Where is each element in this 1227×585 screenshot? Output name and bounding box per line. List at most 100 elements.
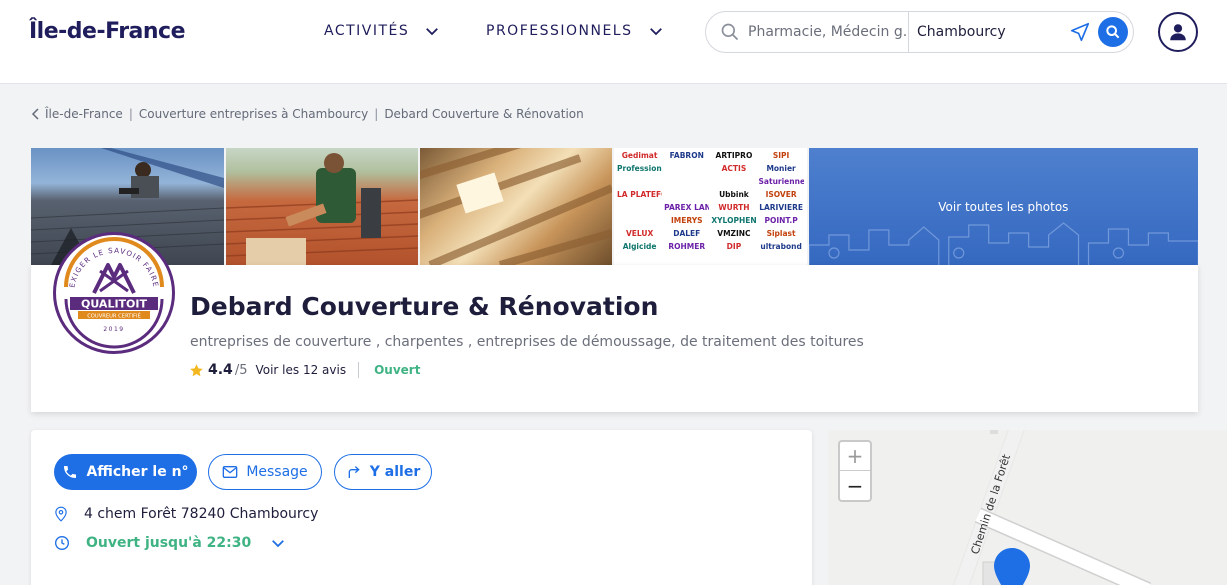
breadcrumb-item-category[interactable]: Couverture entreprises à Chambourcy (139, 107, 368, 121)
opening-hours-text: Ouvert jusqu'à 22:30 (86, 535, 252, 551)
site-logo[interactable]: Île-de-France (29, 19, 186, 44)
supplier-logo (664, 176, 709, 187)
photo-roofer-tiles[interactable] (225, 148, 419, 265)
map-street-label: Chemin de la Forêt (968, 452, 1013, 556)
see-all-photos[interactable]: Voir toutes les photos (808, 148, 1199, 265)
search-location-input[interactable] (917, 24, 1067, 40)
supplier-logo: ISOVER (765, 190, 797, 199)
supplier-logo: ACTIS (721, 164, 747, 173)
supplier-logo: Professionnels d'Angers (617, 164, 662, 173)
breadcrumb: Île-de-France | Couverture entreprises à… (31, 107, 584, 121)
chevron-left-icon[interactable] (31, 108, 41, 120)
supplier-logo: PAREX LANKO (664, 203, 710, 212)
breadcrumb-separator: | (128, 107, 133, 121)
supplier-logo: POINT.P (764, 216, 798, 225)
supplier-logo: Monier (766, 164, 796, 173)
address-row: 4 chem Forêt 78240 Chambourcy (54, 506, 318, 522)
show-phone-label: Afficher le n° (86, 464, 189, 480)
rating-row: 4.4 /5 Voir les 12 avis Ouvert (189, 362, 420, 378)
badge-year: 2019 (103, 326, 124, 333)
supplier-logo: SIPI (772, 151, 790, 160)
chevron-down-icon[interactable] (269, 534, 287, 552)
photo-supplier-logos[interactable]: Gedimat FABRON ARTIPRO SIPI Professionnels d… (614, 148, 807, 265)
nav-activites[interactable]: ACTIVITÉS (324, 22, 441, 40)
supplier-logo (617, 176, 662, 187)
search-query-input[interactable] (748, 24, 908, 40)
breadcrumb-item-region[interactable]: Île-de-France (45, 107, 123, 121)
user-icon (1170, 24, 1186, 41)
photo-art (420, 148, 613, 265)
opening-hours-row[interactable]: Ouvert jusqu'à 22:30 (54, 534, 287, 552)
geolocate-icon[interactable] (1069, 21, 1091, 43)
message-button[interactable]: Message (208, 454, 322, 490)
directions-arrow-icon (348, 466, 360, 478)
supplier-logo: Gedimat (621, 151, 658, 160)
photo-art (225, 153, 419, 265)
supplier-logo: VMZINC (717, 229, 751, 238)
nav-professionnels-label: PROFESSIONNELS (486, 23, 633, 39)
supplier-logo (711, 176, 756, 187)
star-icon (190, 363, 203, 376)
supplier-logo (617, 215, 662, 226)
supplier-logo: VELUX (625, 229, 654, 238)
nav-professionnels[interactable]: PROFESSIONNELS (486, 22, 665, 40)
supplier-logo: ARTIPRO (715, 151, 753, 160)
qualitoit-certification-badge: EXIGER LE SAVOIR FAIRE QUALITOIT COUVREU… (53, 232, 175, 354)
show-phone-button[interactable]: Afficher le n° (54, 454, 197, 490)
site-header: Île-de-France ACTIVITÉS PROFESSIONNELS (0, 0, 1227, 84)
search-button[interactable] (1098, 17, 1128, 47)
map-tiles: Chemin de la Forêt (953, 430, 1152, 585)
map-zoom-controls: + − (838, 440, 872, 502)
search-icon (1106, 25, 1120, 39)
company-name: Debard Couverture & Rénovation (190, 292, 659, 321)
user-account-button[interactable] (1158, 12, 1198, 52)
map-pin-icon[interactable] (994, 548, 1030, 585)
search-query-field (706, 12, 909, 52)
envelope-icon (222, 466, 238, 478)
search-bar (705, 11, 1134, 53)
address-text: 4 chem Forêt 78240 Chambourcy (84, 506, 319, 522)
badge-subtitle: COUVREUR CERTIFIÉ (87, 311, 141, 319)
location-map[interactable]: Chemin de la Forêt (828, 430, 1227, 585)
directions-label: Y aller (369, 464, 421, 480)
clock-icon (55, 536, 69, 550)
supplier-logo: Saturienne (758, 177, 804, 186)
rating-score: 4.4 (208, 362, 233, 378)
see-all-photos-label: Voir toutes les photos (938, 199, 1069, 214)
reviews-link[interactable]: Voir les 12 avis (255, 363, 346, 377)
rating-max: /5 (234, 362, 248, 378)
supplier-logo: LA PLATEFORME (617, 190, 662, 199)
chevron-down-icon (426, 28, 439, 36)
supplier-logo: XYLOPHENE (711, 216, 757, 225)
search-location-field (909, 12, 1133, 52)
open-status-badge: Ouvert (374, 363, 421, 377)
photo-attic-insulation[interactable] (420, 148, 613, 265)
zoom-out-button[interactable]: − (840, 471, 870, 500)
photo-gallery: Gedimat FABRON ARTIPRO SIPI Professionnels d… (31, 148, 1199, 265)
badge-brand: QUALITOIT (81, 298, 148, 311)
supplier-logo: Ubbink (719, 190, 749, 199)
chevron-down-icon (649, 28, 662, 36)
breadcrumb-item-current: Debard Couverture & Rénovation (384, 107, 584, 121)
supplier-logo: ultrabond (760, 242, 802, 251)
qualitoit-logo: EXIGER LE SAVOIR FAIRE QUALITOIT COUVREU… (62, 237, 166, 349)
supplier-logo (664, 163, 709, 174)
zoom-in-button[interactable]: + (840, 442, 870, 471)
supplier-logo (617, 202, 662, 213)
supplier-logo (664, 189, 709, 200)
breadcrumb-separator: | (374, 107, 379, 121)
location-pin-icon (55, 506, 67, 522)
company-activities: entreprises de couverture , charpentes ,… (190, 334, 864, 350)
supplier-logo: WURTH (718, 203, 750, 212)
supplier-logo: Siplast (766, 229, 796, 238)
supplier-logo: IMERYS (670, 216, 703, 225)
nav-activites-label: ACTIVITÉS (324, 23, 410, 39)
message-label: Message (246, 464, 308, 480)
directions-button[interactable]: Y aller (334, 454, 432, 490)
divider (358, 362, 360, 378)
supplier-logo: FABRON (669, 151, 704, 160)
supplier-logo: LARIVIERE (759, 203, 803, 212)
supplier-logo: DALEF (673, 229, 701, 238)
phone-icon (64, 466, 77, 478)
city-skyline-illustration (808, 222, 1199, 265)
